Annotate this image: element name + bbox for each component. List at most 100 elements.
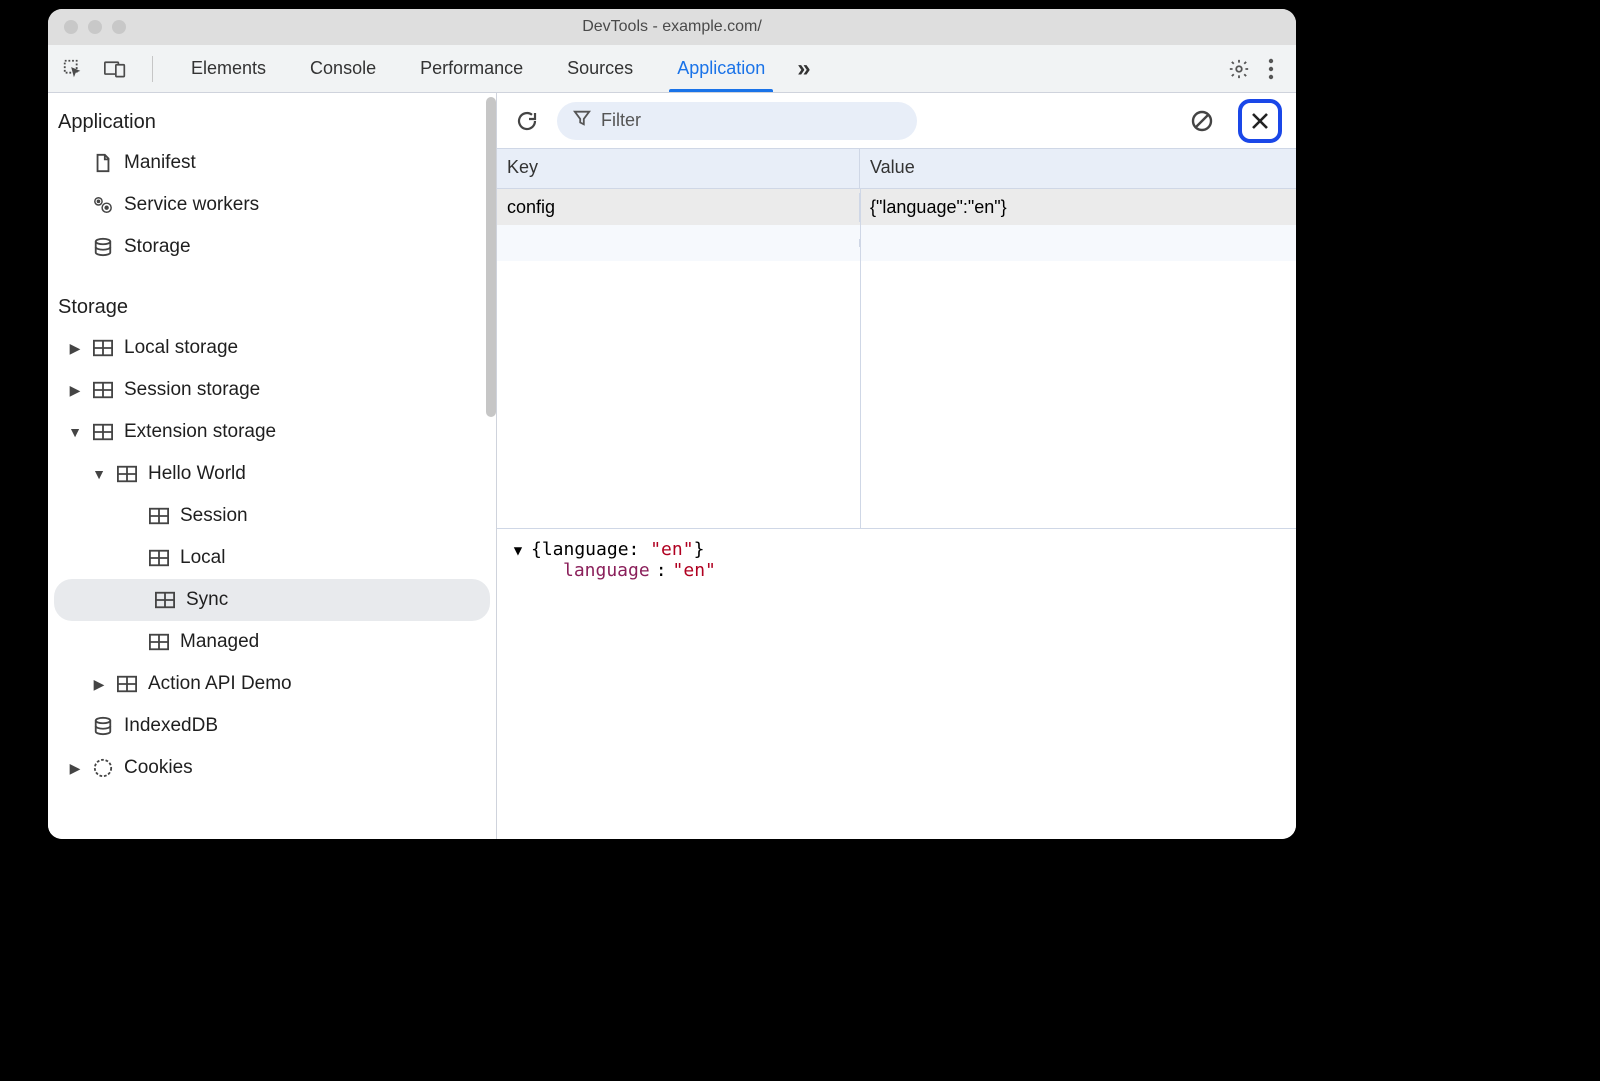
storage-table-header: Key Value xyxy=(497,149,1296,189)
tab-label: Console xyxy=(310,58,376,79)
cell-value: {"language":"en"} xyxy=(860,193,1296,222)
filter-input[interactable] xyxy=(601,110,901,131)
arrow-down-icon: ▼ xyxy=(68,424,82,440)
clear-all-button[interactable] xyxy=(1186,105,1218,137)
storage-table-body: config {"language":"en"} xyxy=(497,189,1296,529)
file-icon xyxy=(92,152,114,174)
window-title: DevTools - example.com/ xyxy=(48,18,1296,36)
window-titlebar: DevTools - example.com/ xyxy=(48,9,1296,45)
table-row-empty xyxy=(497,225,1296,261)
gears-icon xyxy=(92,194,114,216)
filter-icon xyxy=(573,109,591,132)
tab-performance[interactable]: Performance xyxy=(398,45,545,92)
device-toolbar-icon[interactable] xyxy=(104,58,126,80)
table-icon xyxy=(92,421,114,443)
content-area: Application Manifest xyxy=(48,93,1296,839)
refresh-button[interactable] xyxy=(511,105,543,137)
inspect-element-icon[interactable] xyxy=(62,58,84,80)
database-icon xyxy=(92,715,114,737)
sidebar-item-label: Session storage xyxy=(124,379,260,401)
preview-text: } xyxy=(694,539,705,560)
storage-panel: Key Value config {"language":"en"} ▼ {la… xyxy=(497,93,1296,839)
sidebar-item-managed[interactable]: Managed xyxy=(48,621,496,663)
preview-summary[interactable]: ▼ {language: "en"} xyxy=(511,539,1282,560)
sidebar-item-label: Service workers xyxy=(124,194,259,216)
settings-icon[interactable] xyxy=(1228,58,1250,80)
tab-console[interactable]: Console xyxy=(288,45,398,92)
window-zoom-button[interactable] xyxy=(112,20,126,34)
sidebar-item-extension-storage[interactable]: ▼ Extension storage xyxy=(48,411,496,453)
preview-prop-name: language xyxy=(563,560,650,581)
sidebar-item-indexeddb[interactable]: IndexedDB xyxy=(48,705,496,747)
more-tabs-button[interactable]: » xyxy=(797,57,810,81)
sidebar-item-label: Managed xyxy=(180,631,259,653)
column-key[interactable]: Key xyxy=(497,149,860,188)
sidebar-item-label: Action API Demo xyxy=(148,673,292,695)
sidebar-item-label: IndexedDB xyxy=(124,715,218,737)
tab-elements[interactable]: Elements xyxy=(169,45,288,92)
filter-field[interactable] xyxy=(557,102,917,140)
preview-text: {language: xyxy=(531,539,650,560)
table-icon xyxy=(148,547,170,569)
cell-key: config xyxy=(497,193,860,222)
sidebar-item-session[interactable]: Session xyxy=(48,495,496,537)
section-storage: Storage xyxy=(48,284,496,327)
arrow-right-icon: ▶ xyxy=(68,382,82,399)
arrow-right-icon: ▶ xyxy=(68,340,82,357)
panel-tabs: Elements Console Performance Sources App… xyxy=(169,45,811,92)
sidebar-item-label: Cookies xyxy=(124,757,193,779)
database-icon xyxy=(92,236,114,258)
sidebar-item-session-storage[interactable]: ▶ Session storage xyxy=(48,369,496,411)
preview-text: : xyxy=(656,560,667,581)
section-application: Application xyxy=(48,99,496,142)
table-row[interactable]: config {"language":"en"} xyxy=(497,189,1296,225)
window-minimize-button[interactable] xyxy=(88,20,102,34)
sidebar-item-hello-world[interactable]: ▼ Hello World xyxy=(48,453,496,495)
preview-property[interactable]: language: "en" xyxy=(563,560,1282,581)
tab-sources[interactable]: Sources xyxy=(545,45,655,92)
sidebar-item-service-workers[interactable]: Service workers xyxy=(48,184,496,226)
application-sidebar: Application Manifest xyxy=(48,93,497,839)
table-icon xyxy=(92,337,114,359)
column-divider[interactable] xyxy=(860,189,861,528)
sidebar-item-storage[interactable]: Storage xyxy=(48,226,496,268)
arrow-right-icon: ▶ xyxy=(68,760,82,777)
sidebar-item-manifest[interactable]: Manifest xyxy=(48,142,496,184)
sidebar-item-label: Session xyxy=(180,505,248,527)
sidebar-item-local[interactable]: Local xyxy=(48,537,496,579)
more-options-icon[interactable] xyxy=(1268,58,1274,80)
storage-toolbar xyxy=(497,93,1296,149)
panel-tabbar: Elements Console Performance Sources App… xyxy=(48,45,1296,93)
tab-label: Application xyxy=(677,58,765,79)
arrow-right-icon: ▶ xyxy=(92,676,106,693)
sidebar-item-label: Local xyxy=(180,547,225,569)
sidebar-item-label: Local storage xyxy=(124,337,238,359)
tab-label: Performance xyxy=(420,58,523,79)
devtools-window: DevTools - example.com/ Elements Console… xyxy=(48,9,1296,839)
sidebar-item-cookies[interactable]: ▶ Cookies xyxy=(48,747,496,789)
tab-application[interactable]: Application xyxy=(655,45,787,92)
table-icon xyxy=(116,673,138,695)
sidebar-item-sync[interactable]: Sync xyxy=(54,579,490,621)
tab-label: Sources xyxy=(567,58,633,79)
sidebar-item-label: Extension storage xyxy=(124,421,276,443)
sidebar-item-action-api-demo[interactable]: ▶ Action API Demo xyxy=(48,663,496,705)
delete-selected-button[interactable] xyxy=(1238,99,1282,143)
sidebar-item-label: Sync xyxy=(186,589,228,611)
arrow-down-icon: ▼ xyxy=(92,466,106,482)
cookie-icon xyxy=(92,757,114,779)
sidebar-scrollbar[interactable] xyxy=(486,97,496,417)
window-traffic-lights xyxy=(64,20,126,34)
table-icon xyxy=(148,505,170,527)
table-icon xyxy=(148,631,170,653)
sidebar-item-local-storage[interactable]: ▶ Local storage xyxy=(48,327,496,369)
sidebar-item-label: Storage xyxy=(124,236,191,258)
table-icon xyxy=(92,379,114,401)
tabbar-divider xyxy=(152,56,153,82)
value-preview: ▼ {language: "en"} language: "en" xyxy=(497,529,1296,839)
sidebar-item-label: Manifest xyxy=(124,152,196,174)
window-close-button[interactable] xyxy=(64,20,78,34)
preview-string: "en" xyxy=(650,539,693,560)
column-value[interactable]: Value xyxy=(860,149,1296,188)
sidebar-item-label: Hello World xyxy=(148,463,246,485)
